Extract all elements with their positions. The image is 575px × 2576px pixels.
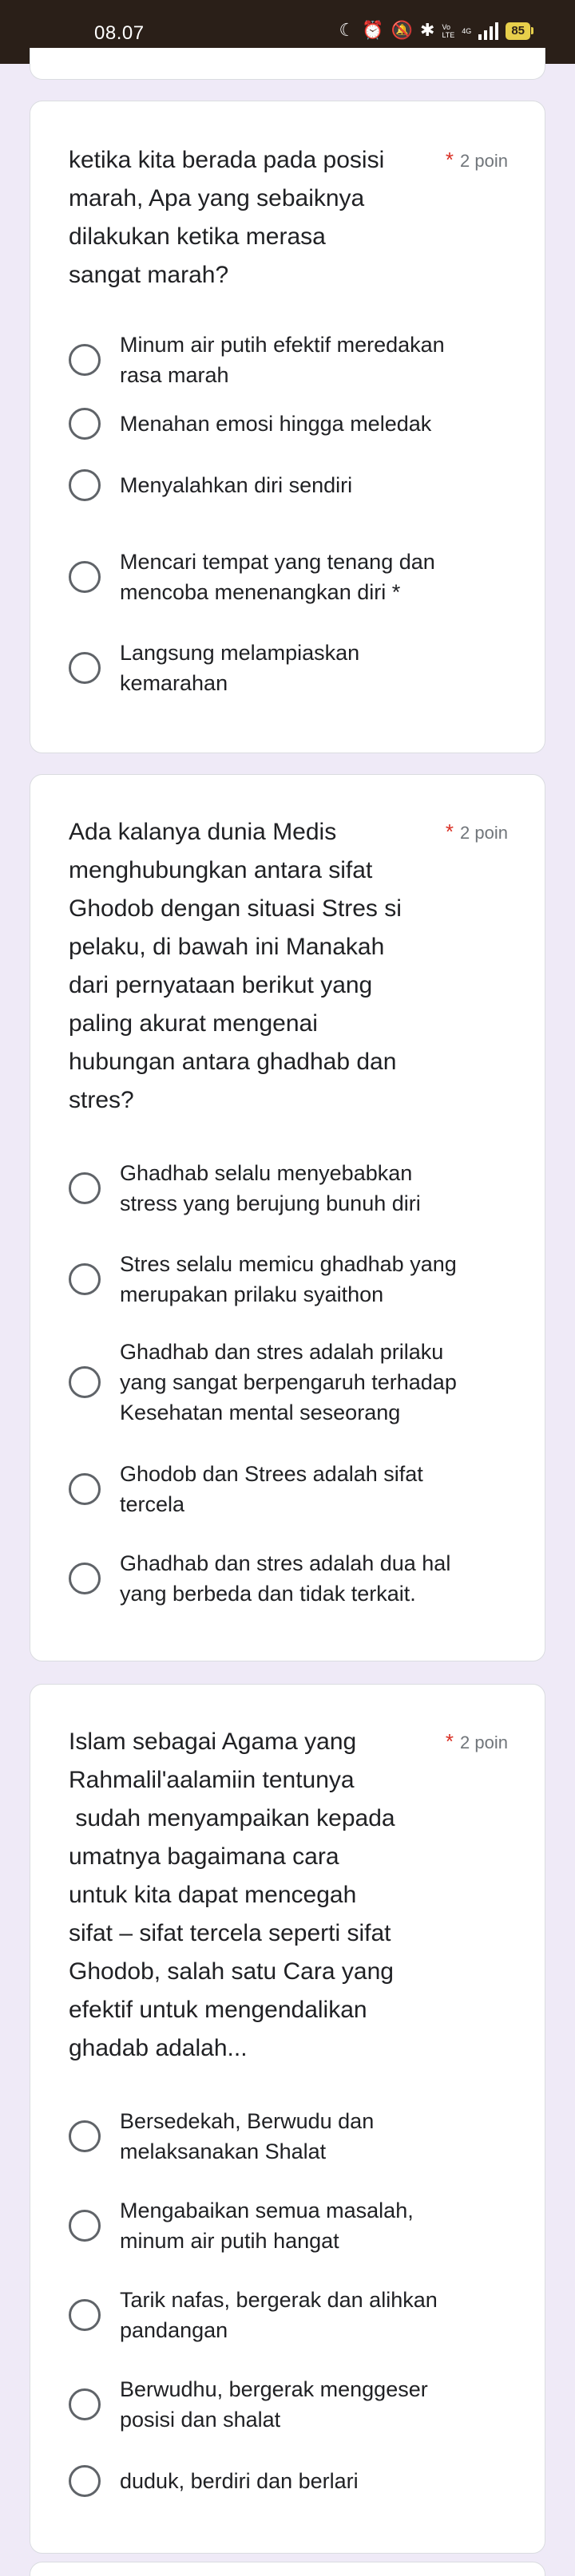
status-time: 08.07 — [94, 22, 145, 44]
option-5[interactable]: Ghadhab dan stres adalah dua hal yang ber… — [69, 1548, 516, 1609]
radio-button[interactable] — [69, 561, 101, 593]
question-card-2: Ada kalanya dunia Medis menghubungkan an… — [30, 774, 545, 1661]
volte-icon: Vo LTE — [442, 22, 455, 39]
radio-button[interactable] — [69, 2299, 101, 2331]
option-label: Bersedekah, Berwudu dan melaksanakan Shal… — [120, 2109, 375, 2163]
option-label: Langsung melampiaskan kemarahan — [120, 641, 360, 695]
alarm-icon: ⏰ — [362, 21, 384, 41]
radio-button[interactable] — [69, 344, 101, 376]
option-label: Mengabaikan semua masalah, minum air puti… — [120, 2199, 414, 2253]
points-label: * 2 poin — [445, 1729, 508, 1753]
next-question-card — [30, 2562, 545, 2576]
option-2[interactable]: Stres selalu memicu ghadhab yang merupaka… — [69, 1249, 516, 1310]
points-label: * 2 poin — [445, 148, 508, 172]
bluetooth-vibrate-icon: ✱ — [420, 21, 435, 41]
radio-button[interactable] — [69, 408, 101, 440]
signal-bars-icon — [478, 22, 499, 40]
option-label: Mencari tempat yang tenang dan mencoba me… — [120, 550, 435, 604]
radio-button[interactable] — [69, 2388, 101, 2420]
status-icons: ☾ ⏰ 🔕 ✱ Vo LTE 4G 85 — [339, 21, 533, 41]
option-label: duduk, berdiri dan berlari — [120, 2469, 359, 2493]
points-label: * 2 poin — [445, 820, 508, 844]
option-4[interactable]: Mencari tempat yang tenang dan mencoba me… — [69, 547, 516, 607]
option-2[interactable]: Menahan emosi hingga meledak — [69, 408, 516, 440]
option-label: Ghadhab dan stres adalah prilaku yang san… — [120, 1340, 457, 1424]
option-label: Menyalahkan diri sendiri — [120, 473, 353, 497]
option-4[interactable]: Berwudhu, bergerak menggeser posisi dan s… — [69, 2374, 516, 2435]
option-label: Ghodob dan Strees adalah sifat tercela — [120, 1462, 423, 1516]
required-star: * — [445, 148, 454, 172]
question-text: Islam sebagai Agama yang Rahmalil'aalami… — [69, 1729, 395, 2061]
option-label: Tarik nafas, bergerak dan alihkan pandang… — [120, 2288, 438, 2342]
option-5[interactable]: duduk, berdiri dan berlari — [69, 2465, 516, 2497]
radio-button[interactable] — [69, 469, 101, 501]
question-text: ketika kita berada pada posisi marah, Ap… — [69, 147, 385, 288]
question-card-1: ketika kita berada pada posisi marah, Ap… — [30, 101, 545, 753]
option-3[interactable]: Ghadhab dan stres adalah prilaku yang san… — [69, 1337, 516, 1428]
radio-button[interactable] — [69, 1172, 101, 1204]
question-text: Ada kalanya dunia Medis menghubungkan an… — [69, 819, 402, 1113]
radio-button[interactable] — [69, 1473, 101, 1505]
question-card-3: Islam sebagai Agama yang Rahmalil'aalami… — [30, 1684, 545, 2554]
option-label: Minum air putih efektif meredakan rasa ma… — [120, 333, 445, 387]
radio-button[interactable] — [69, 2210, 101, 2242]
option-2[interactable]: Mengabaikan semua masalah, minum air puti… — [69, 2195, 516, 2256]
required-star: * — [445, 820, 454, 844]
radio-button[interactable] — [69, 2465, 101, 2497]
moon-icon: ☾ — [339, 21, 355, 41]
radio-button[interactable] — [69, 652, 101, 684]
option-label: Ghadhab dan stres adalah dua hal yang ber… — [120, 1551, 451, 1606]
option-label: Berwudhu, bergerak menggeser posisi dan s… — [120, 2377, 428, 2432]
required-star: * — [445, 1729, 454, 1753]
option-1[interactable]: Bersedekah, Berwudu dan melaksanakan Shal… — [69, 2106, 516, 2167]
battery-icon: 85 — [506, 22, 533, 40]
option-1[interactable]: Minum air putih efektif meredakan rasa ma… — [69, 330, 516, 390]
option-3[interactable]: Tarik nafas, bergerak dan alihkan pandang… — [69, 2285, 516, 2345]
option-5[interactable]: Langsung melampiaskan kemarahan — [69, 638, 516, 698]
option-3[interactable]: Menyalahkan diri sendiri — [69, 469, 516, 501]
option-4[interactable]: Ghodob dan Strees adalah sifat tercela — [69, 1459, 516, 1519]
option-1[interactable]: Ghadhab selalu menyebabkan stress yang be… — [69, 1158, 516, 1219]
previous-question-card — [30, 48, 545, 80]
option-label: Ghadhab selalu menyebabkan stress yang be… — [120, 1161, 421, 1215]
signal-4g-icon: 4G — [462, 26, 472, 35]
option-label: Menahan emosi hingga meledak — [120, 412, 432, 436]
radio-button[interactable] — [69, 1366, 101, 1398]
radio-button[interactable] — [69, 1563, 101, 1594]
bell-off-icon: 🔕 — [391, 21, 414, 41]
radio-button[interactable] — [69, 1263, 101, 1295]
radio-button[interactable] — [69, 2120, 101, 2152]
option-label: Stres selalu memicu ghadhab yang merupaka… — [120, 1252, 457, 1306]
